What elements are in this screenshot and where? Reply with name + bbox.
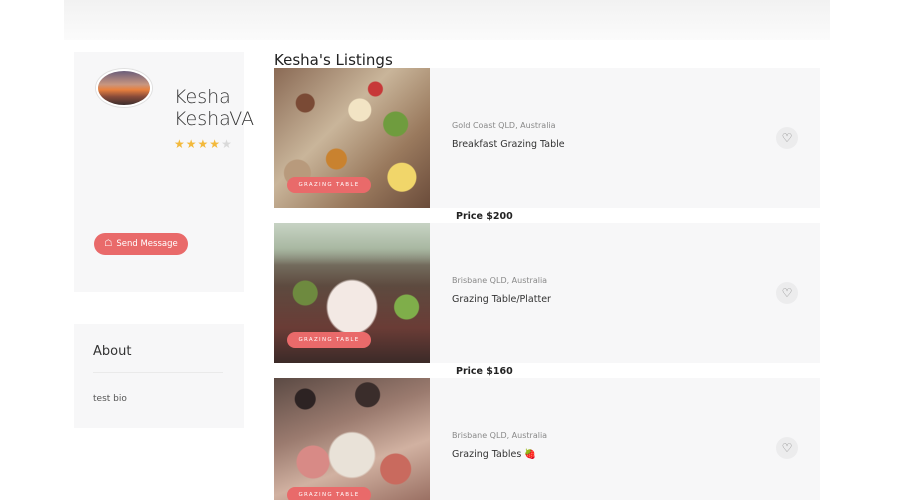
listing-photo[interactable]: GRAZING TABLE (274, 378, 430, 500)
listing-card[interactable]: GRAZING TABLE Brisbane QLD, Australia Gr… (274, 378, 820, 500)
about-divider (93, 372, 223, 373)
rating-stars: ★★★★★ (174, 137, 233, 151)
star-icon: ★ (209, 137, 222, 151)
star-empty-icon: ★ (221, 137, 233, 151)
listing-card[interactable]: GRAZING TABLE Brisbane QLD, Australia Gr… (274, 223, 820, 363)
send-message-button[interactable]: ☖ Send Message (94, 233, 188, 255)
message-icon: ☖ (104, 239, 113, 249)
listing-title[interactable]: Grazing Table/Platter (452, 294, 551, 305)
about-card: About test bio (74, 324, 244, 428)
about-title: About (93, 344, 132, 359)
star-icon: ★ (174, 137, 186, 151)
listing-location: Brisbane QLD, Australia (452, 276, 548, 285)
avatar[interactable] (96, 69, 152, 107)
profile-card: Kesha KeshaVA ★★★★★ ☖ Send Message (74, 52, 254, 292)
send-message-label: Send Message (116, 239, 178, 249)
listing-price: Price $200 (456, 211, 513, 222)
header-band (64, 0, 830, 40)
listing-photo[interactable]: GRAZING TABLE (274, 223, 430, 363)
heart-icon[interactable]: ♡ (776, 437, 798, 459)
listing-title[interactable]: Breakfast Grazing Table (452, 139, 565, 150)
star-icon: ★ (185, 137, 198, 151)
about-bio: test bio (93, 394, 127, 404)
listing-photo[interactable]: GRAZING TABLE (274, 68, 430, 208)
star-icon: ★ (197, 137, 210, 151)
listing-card[interactable]: GRAZING TABLE Gold Coast QLD, Australia … (274, 68, 820, 208)
category-tag[interactable]: GRAZING TABLE (287, 177, 371, 193)
category-tag[interactable]: GRAZING TABLE (287, 487, 371, 500)
heart-icon[interactable]: ♡ (776, 127, 798, 149)
category-tag[interactable]: GRAZING TABLE (287, 332, 371, 348)
listing-location: Gold Coast QLD, Australia (452, 121, 556, 130)
heart-icon[interactable]: ♡ (776, 282, 798, 304)
listing-location: Brisbane QLD, Australia (452, 431, 548, 440)
listing-price: Price $160 (456, 366, 513, 377)
listings-heading: Kesha's Listings (274, 51, 393, 69)
listing-title[interactable]: Grazing Tables 🍓 (452, 449, 536, 460)
page: Kesha KeshaVA ★★★★★ ☖ Send Message About… (0, 0, 900, 500)
